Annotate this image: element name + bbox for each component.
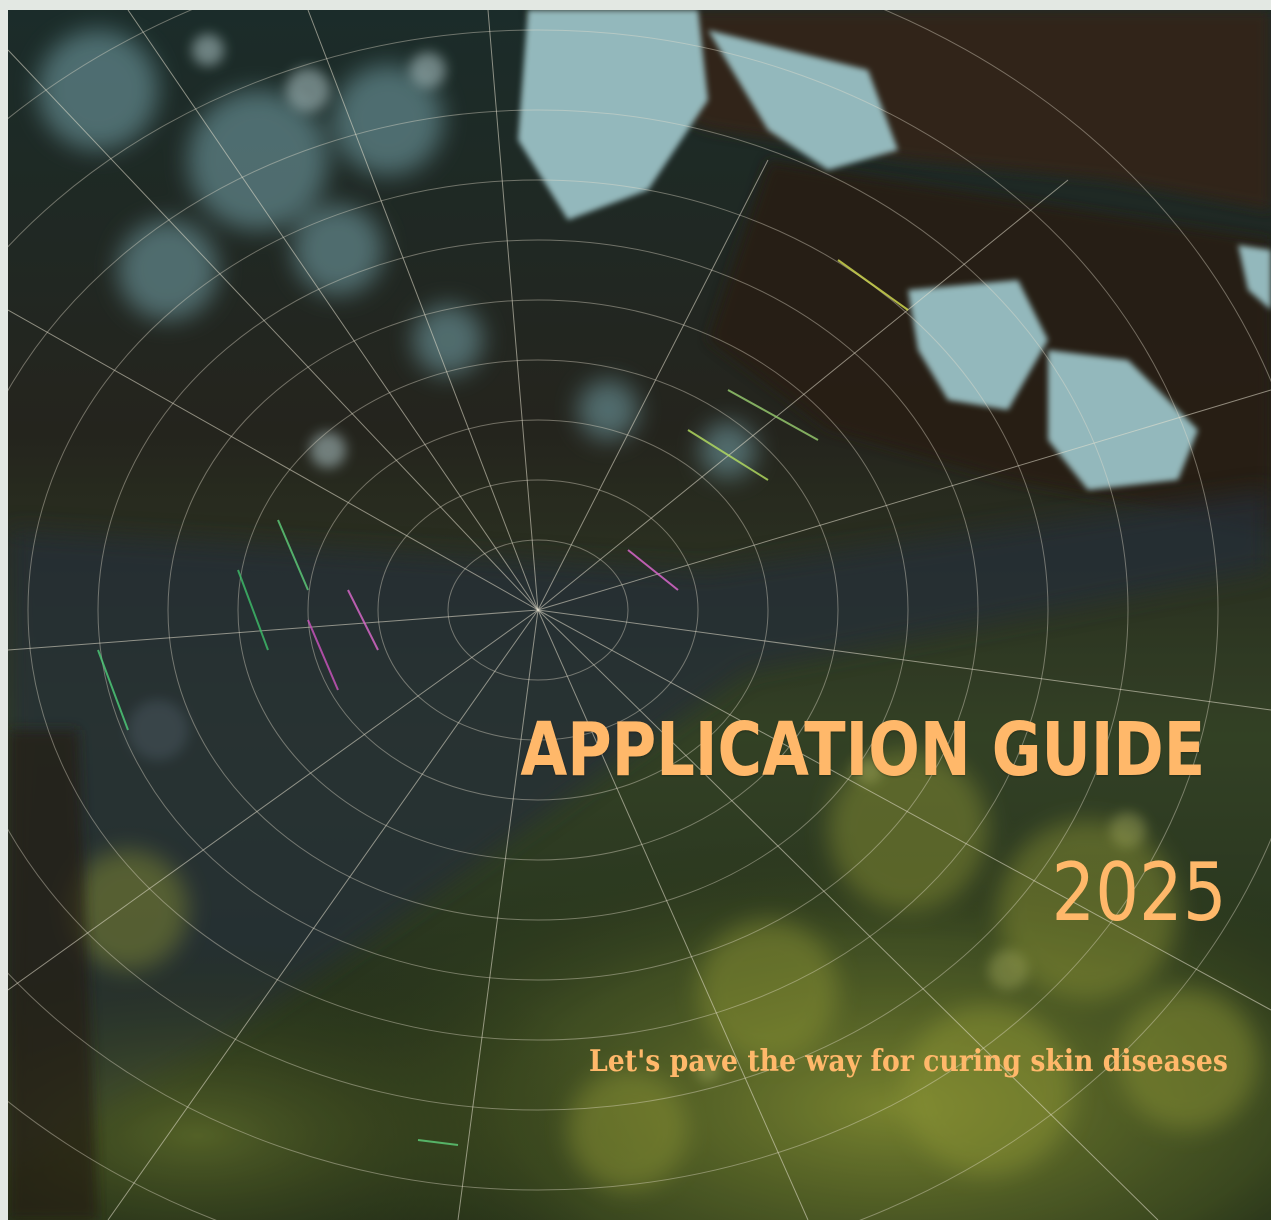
cover-title: APPLICATION GUIDE <box>520 707 1205 793</box>
cover-tagline: Let's pave the way for curing skin disea… <box>589 1044 1228 1079</box>
cover-year: 2025 <box>1051 846 1227 939</box>
cover-page: APPLICATION GUIDE 2025 Let's pave the wa… <box>8 10 1271 1220</box>
spider-web-overlay <box>8 10 1271 1220</box>
page-frame: APPLICATION GUIDE 2025 Let's pave the wa… <box>0 0 1271 1220</box>
